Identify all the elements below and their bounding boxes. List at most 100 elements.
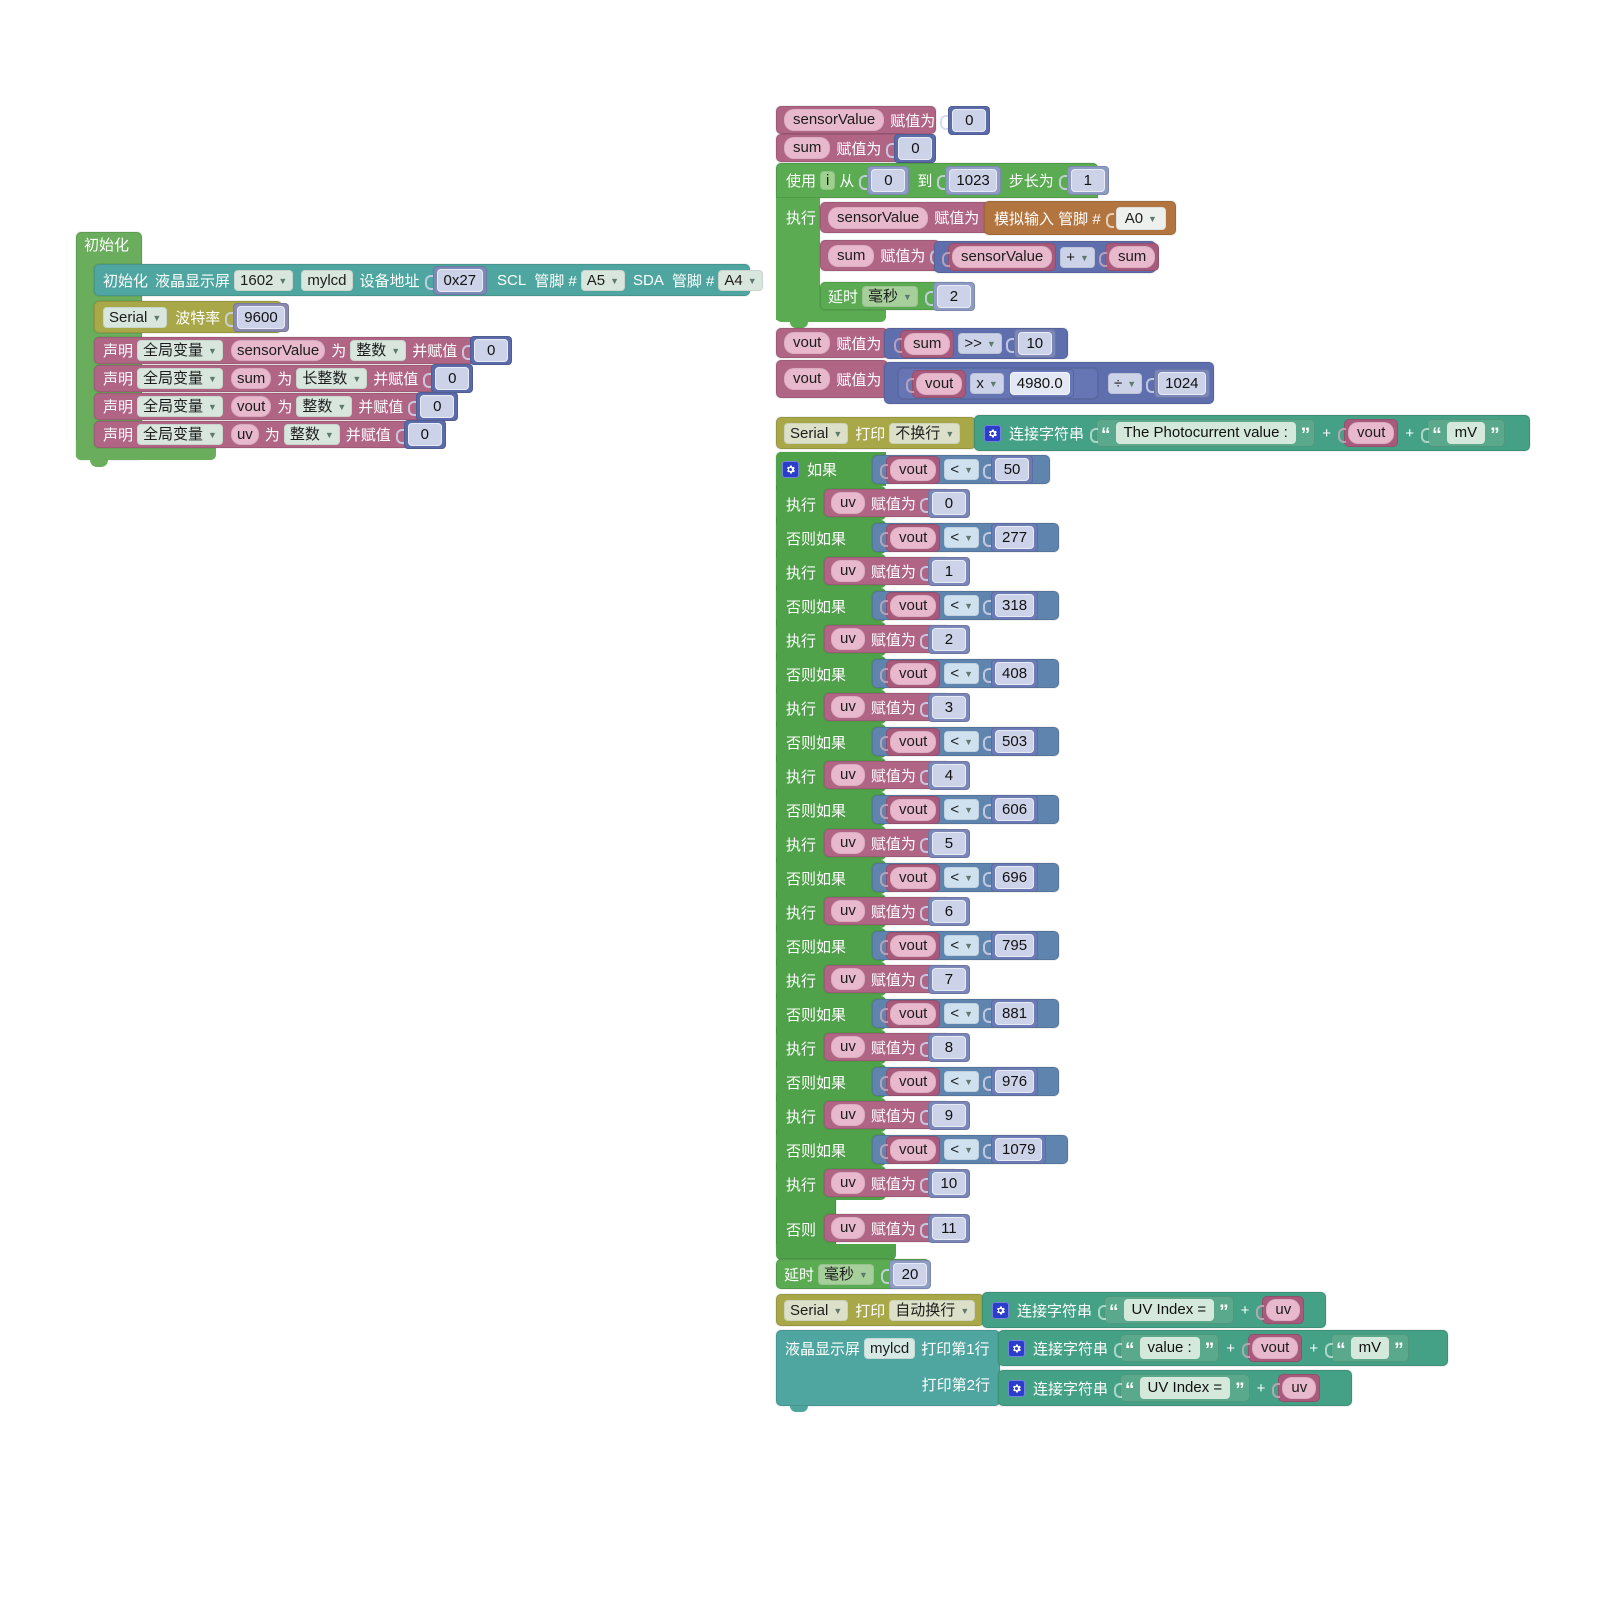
comparison-block-5[interactable]: vout < ▼ 606 [872,795,1059,824]
delay-value-slot[interactable]: 2 [932,281,975,311]
threshold-slot[interactable]: 1079 [991,1135,1047,1164]
string-value[interactable]: value : [1139,1337,1200,1359]
delay-2ms-block[interactable]: 延时 毫秒 ▼ 2 [820,281,975,311]
threshold-slot[interactable]: 277 [991,523,1039,552]
variable-block-sum[interactable]: sum [900,329,955,358]
assign-uv-block-8[interactable]: uv 赋值为 8 [824,1032,970,1062]
variable-pill-sum[interactable]: sum [828,244,875,267]
variable-pill-vout[interactable]: vout [784,332,831,354]
join-string-uvindex-block[interactable]: 连接字符串 “ UV Index = ” + uv [982,1292,1326,1328]
compare-operator-dropdown[interactable]: < ▼ [944,527,980,548]
lcd-type-dropdown[interactable]: 1602 ▼ [234,269,294,291]
compare-operator-dropdown[interactable]: < ▼ [944,1003,980,1024]
variable-block-sum[interactable]: sum [1104,243,1160,271]
variable-pill-uv[interactable]: uv [831,1172,865,1194]
string-value[interactable]: The Photocurrent value : [1115,422,1296,444]
else-assign-uv-block[interactable]: uv 赋值为 11 [824,1213,970,1243]
variable-name-field[interactable]: vout [230,396,272,417]
variable-block-vout[interactable]: vout [886,727,941,756]
div-operator-dropdown[interactable]: ÷ ▼ [1108,373,1143,394]
variable-pill-uv[interactable]: uv [831,696,865,718]
variable-block-vout[interactable]: vout [1344,419,1399,447]
threshold-slot[interactable]: 408 [991,659,1039,688]
comparison-block-0[interactable]: vout < ▼ 50 [872,455,1050,484]
uv-value-slot[interactable]: 1 [927,556,970,586]
compare-operator-dropdown[interactable]: < ▼ [944,663,980,684]
variable-pill-uv[interactable]: uv [831,1217,865,1239]
threshold-slot[interactable]: 976 [991,1067,1039,1096]
uv-value-slot[interactable]: 0 [927,488,970,518]
string-value[interactable]: mV [1446,422,1486,444]
sda-pin-dropdown[interactable]: A4 ▼ [718,269,763,291]
variable-pill-uv[interactable]: uv [831,900,865,922]
variable-block-vout[interactable]: vout [912,369,967,398]
read-analog-assign-block[interactable]: sensorValue 赋值为 [820,202,993,233]
variable-pill-sum[interactable]: sum [784,137,831,159]
multiplication-block[interactable]: vout x ▼ 4980.0 [898,368,1098,399]
string-block-photocurrent[interactable]: “ The Photocurrent value : ” [1096,419,1316,447]
string-block-unit[interactable]: “ mV ” [1427,419,1505,447]
assign-uv-block-6[interactable]: uv 赋值为 6 [824,896,970,926]
delay-value-slot[interactable]: 20 [888,1259,931,1289]
serial-port-dropdown[interactable]: Serial ▼ [103,306,168,328]
join-string-photocurrent-block[interactable]: 连接字符串 “ The Photocurrent value : ” + vou… [974,415,1530,451]
variable-pill-uv[interactable]: uv [831,1036,865,1058]
comparison-block-1[interactable]: vout < ▼ 277 [872,523,1059,552]
uv-value-slot[interactable]: 6 [927,896,970,926]
variable-pill-uv[interactable]: uv [831,832,865,854]
accumulate-assign-block[interactable]: sum 赋值为 [820,240,940,271]
string-block-uvindex[interactable]: “ UV Index = ” [1104,1296,1234,1324]
compare-operator-dropdown[interactable]: < ▼ [944,867,980,888]
assign-uv-block-3[interactable]: uv 赋值为 3 [824,692,970,722]
declare-uv-block[interactable]: 声明 全局变量 ▼ uv 为 整数 ▼ 并赋值 0 [94,420,446,449]
gear-icon[interactable] [992,1301,1009,1319]
scope-dropdown[interactable]: 全局变量 ▼ [137,368,223,389]
variable-pill-uv[interactable]: uv [831,628,865,650]
else-uv-slot[interactable]: 11 [927,1213,970,1243]
baud-slot[interactable]: 9600 [233,302,289,332]
comparison-block-3[interactable]: vout < ▼ 408 [872,659,1059,688]
scope-dropdown[interactable]: 全局变量 ▼ [137,396,223,417]
uv-value-slot[interactable]: 8 [927,1032,970,1062]
serial-port-dropdown[interactable]: Serial ▼ [784,422,849,444]
join-string-lcd-line2-block[interactable]: 连接字符串 “ UV Index = ” + uv [998,1370,1352,1406]
variable-pill-uv[interactable]: uv [831,560,865,582]
variable-name-field[interactable]: uv [230,424,259,445]
for-step-slot[interactable]: 1 [1066,166,1109,195]
variable-pill-uv[interactable]: uv [831,492,865,514]
type-dropdown[interactable]: 整数 ▼ [296,396,353,417]
uv-value-slot[interactable]: 5 [927,828,970,858]
serial-print-uvindex-block[interactable]: Serial ▼ 打印 自动换行 ▼ [776,1294,984,1326]
string-block-value[interactable]: “ value : ” [1120,1334,1220,1362]
threshold-slot[interactable]: 50 [991,455,1034,484]
comparison-block-6[interactable]: vout < ▼ 696 [872,863,1059,892]
mul-operator-dropdown[interactable]: x ▼ [970,373,1004,394]
delay-unit-dropdown[interactable]: 毫秒 ▼ [818,1263,874,1285]
string-block-uvindex[interactable]: “ UV Index = ” [1120,1374,1250,1402]
uv-value-slot[interactable]: 7 [927,964,970,994]
compare-operator-dropdown[interactable]: < ▼ [944,799,980,820]
uv-value-slot[interactable]: 3 [927,692,970,722]
gear-icon[interactable] [782,460,799,478]
init-value-slot[interactable]: 0 [403,420,446,449]
gear-icon[interactable] [984,424,1001,442]
scope-dropdown[interactable]: 全局变量 ▼ [137,340,223,361]
comparison-block-7[interactable]: vout < ▼ 795 [872,931,1059,960]
variable-block-vout[interactable]: vout [886,863,941,892]
variable-name-field[interactable]: sum [230,368,272,389]
threshold-slot[interactable]: 318 [991,591,1039,620]
compare-operator-dropdown[interactable]: < ▼ [944,1139,980,1160]
operator-dropdown[interactable]: + ▼ [1060,246,1095,268]
uv-value-slot[interactable]: 9 [927,1100,970,1130]
assign-uv-block-2[interactable]: uv 赋值为 2 [824,624,970,654]
variable-block-vout[interactable]: vout [886,455,941,484]
scope-dropdown[interactable]: 全局变量 ▼ [137,424,223,445]
threshold-slot[interactable]: 606 [991,795,1039,824]
comparison-block-2[interactable]: vout < ▼ 318 [872,591,1059,620]
variable-block-uv[interactable]: uv [1262,1296,1305,1324]
shift-operator-dropdown[interactable]: >> ▼ [958,333,1002,354]
threshold-slot[interactable]: 503 [991,727,1039,756]
assign-uv-block-0[interactable]: uv 赋值为 0 [824,488,970,518]
gear-icon[interactable] [1008,1379,1025,1397]
variable-block-vout[interactable]: vout [886,931,941,960]
